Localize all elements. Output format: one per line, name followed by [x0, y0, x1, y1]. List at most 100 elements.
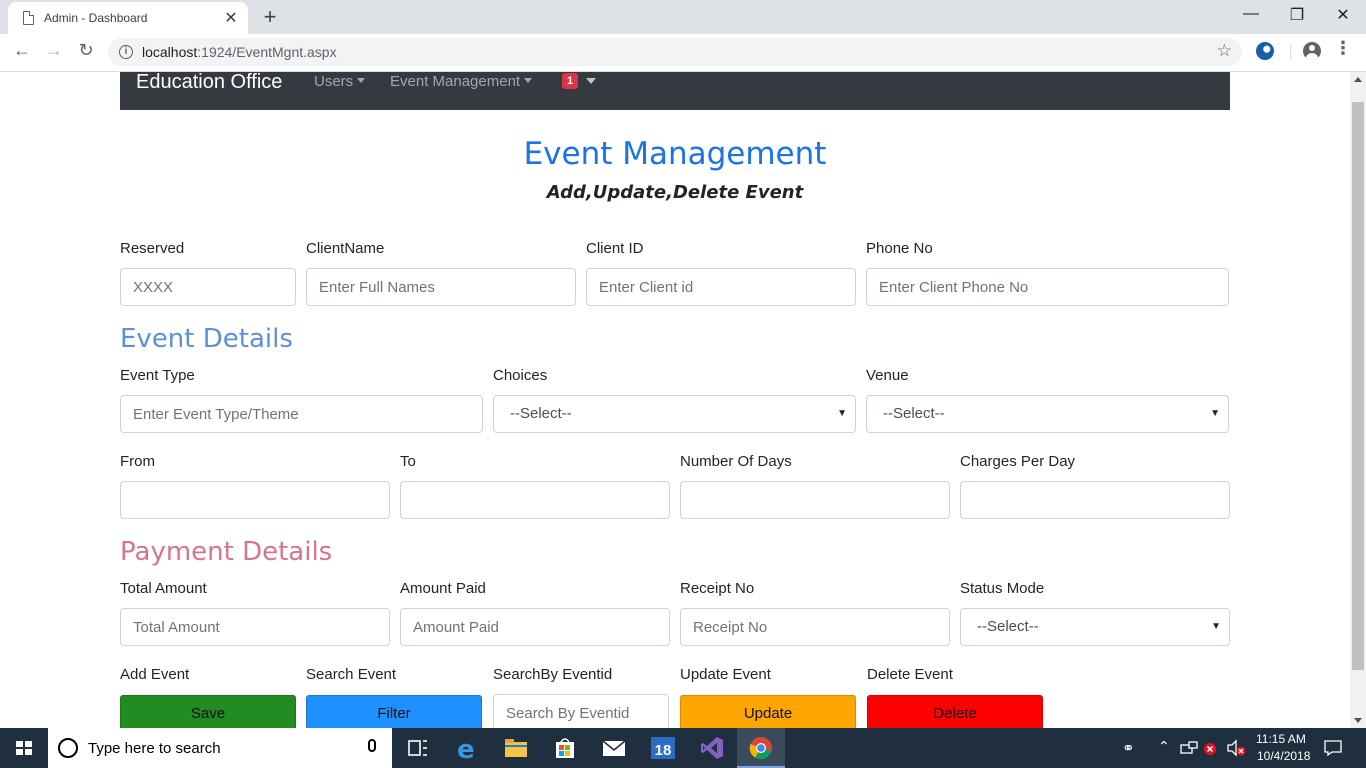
to-input[interactable] [400, 481, 670, 519]
charges-per-day-label: Charges Per Day [960, 453, 1076, 470]
notifications-icon[interactable] [1324, 739, 1342, 757]
site-navbar: Education Office Users Event Management … [120, 72, 1230, 110]
scroll-up-arrow-icon[interactable] [1354, 77, 1362, 82]
toolbar-divider [1290, 44, 1291, 60]
delete-button[interactable]: Delete [867, 695, 1043, 728]
site-info-icon[interactable]: i [119, 45, 133, 59]
client-id-input[interactable] [586, 268, 856, 306]
volume-muted-icon[interactable] [1226, 739, 1246, 757]
receipt-no-label: Receipt No [680, 580, 755, 597]
notification-badge[interactable]: 1 [562, 73, 578, 89]
taskbar-search-box[interactable]: Type here to search [48, 728, 392, 768]
caret-down-icon [357, 78, 366, 83]
choices-selected-value: --Select-- [510, 405, 572, 422]
client-name-input[interactable] [306, 268, 576, 306]
from-input[interactable] [120, 481, 390, 519]
choices-label: Choices [493, 367, 548, 384]
receipt-no-input[interactable] [680, 608, 950, 646]
event-type-label: Event Type [120, 367, 195, 384]
edge-browser-icon[interactable]: e [453, 734, 481, 762]
calendar-icon[interactable]: 18 [649, 734, 677, 762]
amount-paid-input[interactable] [400, 608, 670, 646]
number-of-days-input[interactable] [680, 481, 950, 519]
page-title: Event Management [523, 136, 827, 172]
profile-icon[interactable] [1303, 42, 1321, 60]
update-event-label: Update Event [680, 666, 771, 683]
client-id-label: Client ID [586, 240, 644, 257]
notification-caret-icon[interactable] [586, 78, 596, 84]
mail-icon[interactable] [600, 734, 628, 762]
file-explorer-icon[interactable] [502, 734, 530, 762]
venue-label: Venue [866, 367, 909, 384]
navbar-brand[interactable]: Education Office [136, 72, 282, 94]
people-icon[interactable]: ⚭ [1122, 739, 1135, 757]
browser-tab-strip: Admin - Dashboard ✕ + — ❐ ✕ [0, 0, 1366, 34]
status-mode-select[interactable]: --Select-- ▼ [960, 608, 1230, 646]
bookmark-star-icon[interactable]: ☆ [1217, 41, 1232, 61]
reload-icon[interactable]: ↻ [74, 40, 98, 61]
back-arrow-icon[interactable]: ← [10, 40, 34, 61]
error-badge-icon[interactable] [1203, 742, 1217, 756]
new-tab-button[interactable]: + [259, 4, 281, 30]
network-icon[interactable] [1180, 740, 1198, 756]
menu-dots-icon[interactable]: ⋮ [1334, 38, 1352, 59]
reserved-label: Reserved [120, 240, 185, 257]
page-scrollbar[interactable] [1350, 72, 1366, 728]
nav-event-management-dropdown[interactable]: Event Management [390, 73, 533, 90]
dropdown-arrow-icon: ▼ [837, 408, 847, 419]
to-label: To [400, 453, 416, 470]
tab-title: Admin - Dashboard [44, 11, 148, 25]
add-event-label: Add Event [120, 666, 190, 683]
venue-select[interactable]: --Select-- ▼ [866, 395, 1229, 433]
store-icon[interactable] [551, 734, 579, 762]
windows-start-icon[interactable] [16, 741, 32, 755]
task-view-icon[interactable] [404, 734, 432, 762]
cortana-icon [58, 738, 78, 758]
nav-users-dropdown[interactable]: Users [314, 73, 366, 90]
visual-studio-icon[interactable] [698, 734, 726, 762]
forward-arrow-icon[interactable]: → [42, 40, 66, 61]
choices-select[interactable]: --Select-- ▼ [493, 395, 856, 433]
page-viewport: Education Office Users Event Management … [0, 72, 1350, 728]
url-path: :1924/EventMgnt.aspx [197, 44, 337, 60]
clock-date[interactable]: 10/4/2018 [1257, 749, 1310, 763]
minimize-button[interactable]: — [1228, 5, 1274, 23]
from-label: From [120, 453, 155, 470]
phone-input[interactable] [866, 268, 1229, 306]
url-host: localhost [142, 44, 198, 60]
status-selected-value: --Select-- [977, 618, 1039, 635]
event-type-input[interactable] [120, 395, 483, 433]
scrollbar-thumb[interactable] [1352, 102, 1364, 670]
nav-users-label: Users [314, 73, 354, 90]
payment-details-heading: Payment Details [120, 537, 333, 567]
url-text[interactable]: localhost:1924/EventMgnt.aspx [142, 44, 337, 60]
tray-chevron-up-icon[interactable]: ⌃ [1158, 738, 1170, 755]
microphone-icon[interactable] [368, 739, 376, 752]
venue-selected-value: --Select-- [883, 405, 945, 422]
reserved-field[interactable] [120, 268, 296, 306]
restore-button[interactable]: ❐ [1274, 5, 1320, 25]
total-amount-input[interactable] [120, 608, 390, 646]
search-by-eventid-label: SearchBy Eventid [493, 666, 613, 683]
update-button[interactable]: Update [680, 695, 856, 728]
page-subtitle: Add,Update,Delete Event [546, 182, 804, 203]
address-bar[interactable]: i localhost:1924/EventMgnt.aspx ☆ [108, 38, 1242, 66]
filter-button[interactable]: Filter [306, 695, 482, 728]
extension-icon[interactable] [1256, 42, 1274, 60]
search-by-eventid-input[interactable] [493, 694, 669, 728]
browser-tab[interactable]: Admin - Dashboard ✕ [8, 2, 248, 34]
caret-down-icon [524, 78, 533, 83]
clock-time[interactable]: 11:15 AM [1256, 732, 1306, 746]
amount-paid-label: Amount Paid [400, 580, 486, 597]
scroll-down-arrow-icon[interactable] [1354, 718, 1362, 723]
browser-toolbar: ← → ↻ i localhost:1924/EventMgnt.aspx ☆ … [0, 34, 1366, 72]
calendar-badge: 18 [655, 742, 672, 759]
charges-per-day-input[interactable] [960, 481, 1230, 519]
client-name-label: ClientName [306, 240, 385, 257]
svg-text:e: e [457, 735, 475, 762]
tab-close-icon[interactable]: ✕ [222, 8, 240, 28]
nav-event-management-label: Event Management [390, 73, 521, 90]
chrome-icon[interactable] [747, 734, 775, 762]
save-button[interactable]: Save [120, 695, 296, 728]
window-close-button[interactable]: ✕ [1320, 5, 1366, 25]
